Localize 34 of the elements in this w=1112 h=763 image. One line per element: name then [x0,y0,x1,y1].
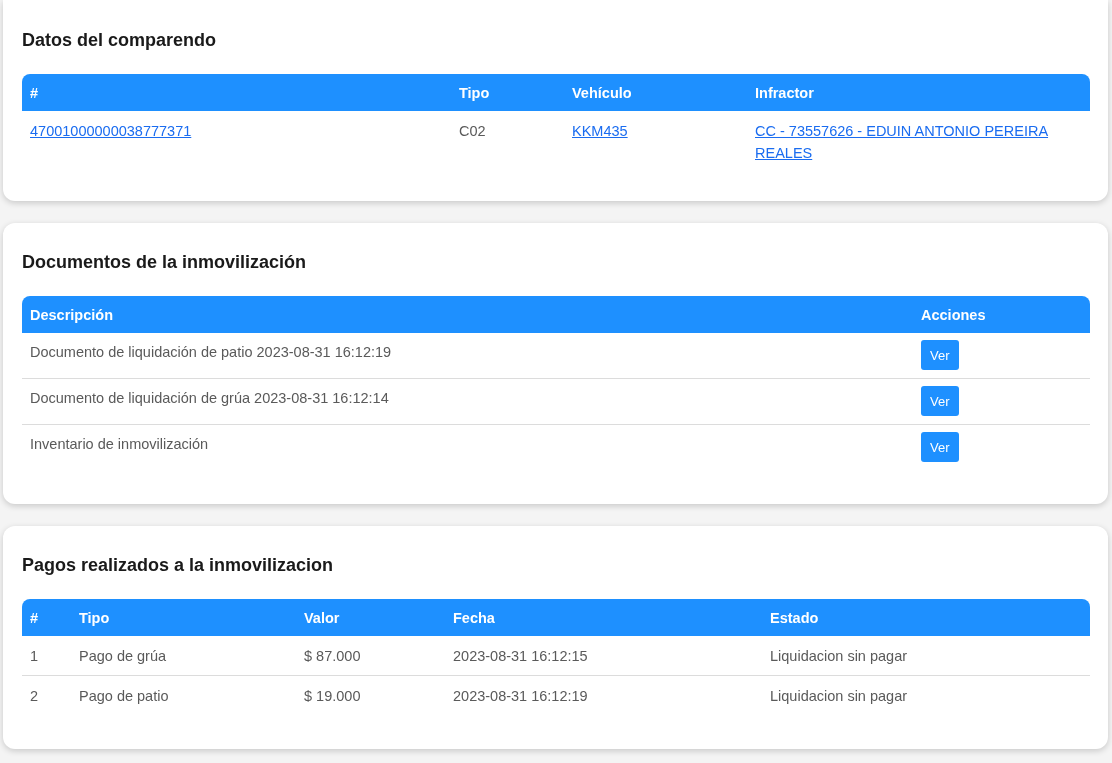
table-cell: Inventario de inmovilización [30,436,209,452]
column-header: Infractor [754,84,815,101]
section-title: Pagos realizados a la inmovilizacion [22,554,335,577]
column-header: Acciones [920,306,987,323]
table-link[interactable]: 47001000000038777371 [30,120,192,142]
column-header: Valor [303,609,341,626]
section-title: Datos del comparendo [22,29,218,52]
table-cell: Documento de liquidación de patio 2023-08-31 16:12:19 [30,344,392,360]
table-cell: Liquidacion sin pagar [770,687,908,704]
table-cell: $ 19.000 [304,687,361,704]
column-header: Fecha [452,609,496,626]
table-cell: 2 [30,687,39,704]
table-cell: Documento de liquidación de grúa 2023-08-31 16:12:14 [30,390,389,406]
view-button[interactable]: Ver [921,386,959,416]
table-cell: Pago de grúa [79,647,167,664]
column-header: Tipo [78,609,111,626]
column-header: # [29,84,40,101]
column-header: Estado [769,609,820,626]
table-cell: Liquidacion sin pagar [770,647,908,664]
view-button[interactable]: Ver [921,340,959,370]
column-header: Vehículo [571,84,633,101]
table-cell: 2023-08-31 16:12:15 [453,647,588,664]
table-link[interactable]: KKM435 [572,120,628,142]
table-cell: C02 [459,123,486,139]
column-header: # [29,609,40,626]
column-header: Tipo [458,84,491,101]
table-cell: 2023-08-31 16:12:19 [453,687,588,704]
section-title: Documentos de la inmovilización [22,251,308,274]
table-cell: Pago de patio [79,687,169,704]
view-button[interactable]: Ver [921,432,959,462]
table-cell: 1 [30,647,39,664]
table-cell: $ 87.000 [304,647,361,664]
table-link[interactable]: CC - 73557626 - EDUIN ANTONIO PEREIRA REALES [755,120,1082,164]
column-header: Descripción [29,306,114,323]
